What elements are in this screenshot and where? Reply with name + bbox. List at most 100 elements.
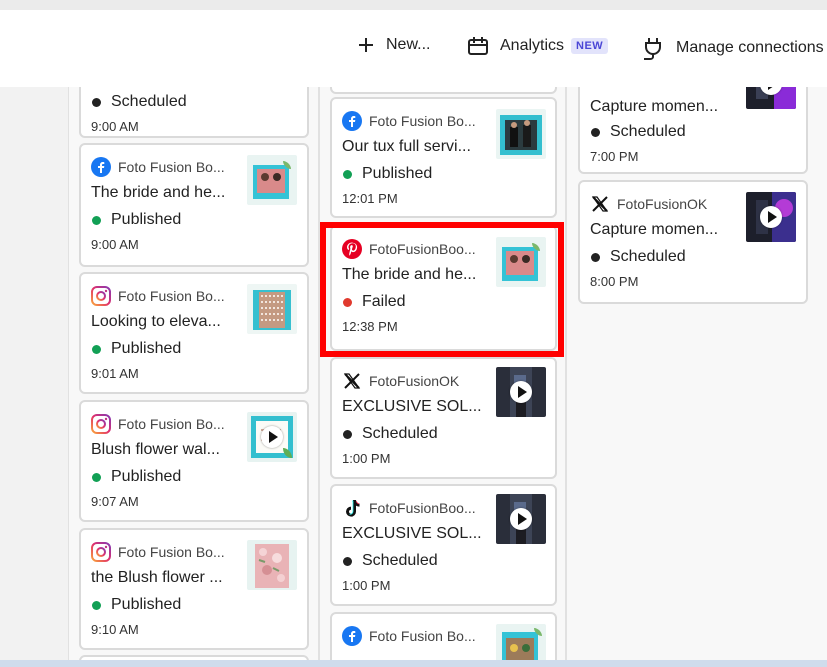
new-button[interactable]: New... <box>357 36 430 54</box>
post-account: FotoFusionBoo... <box>342 239 476 259</box>
post-thumbnail[interactable] <box>247 412 297 462</box>
post-title: The bride and he... <box>91 184 226 201</box>
status-dot <box>591 127 600 137</box>
post-card[interactable]: Capture momen... Scheduled 7:00 PM <box>578 87 808 174</box>
post-card[interactable]: FotoFusionBoo... EXCLUSIVE SOL... Schedu… <box>330 484 557 606</box>
status-dot <box>343 556 352 566</box>
status-dot <box>343 169 352 179</box>
status-label: Published <box>111 468 182 485</box>
bottom-bar <box>0 660 827 667</box>
account-name: Foto Fusion Bo... <box>369 113 476 129</box>
play-icon[interactable] <box>261 426 283 448</box>
post-title: EXCLUSIVE SOL... <box>342 525 482 542</box>
status-label: Scheduled <box>362 425 438 442</box>
instagram-icon <box>91 542 111 562</box>
status-label: Published <box>111 211 182 228</box>
account-name: Foto Fusion Bo... <box>118 416 225 432</box>
play-icon[interactable] <box>510 508 532 530</box>
post-card[interactable]: Foto Fusion Bo... Looking to eleva... Pu… <box>79 272 309 394</box>
play-icon[interactable] <box>760 206 782 228</box>
status-label: Failed <box>362 293 406 310</box>
post-time: 12:38 PM <box>342 319 398 334</box>
post-status: Scheduled <box>342 425 438 443</box>
tiktok-icon <box>342 498 362 518</box>
post-thumbnail <box>247 155 297 205</box>
pinterest-icon <box>342 239 362 259</box>
post-time: 9:01 AM <box>91 366 139 381</box>
post-card[interactable]: Foto Fusion Bo... the Blush flower ... P… <box>79 528 309 650</box>
status-dot <box>591 252 600 262</box>
post-card[interactable]: Foto Fusion Bo... Blush flower wal... Pu… <box>79 400 309 522</box>
account-name: Foto Fusion Bo... <box>118 159 225 175</box>
analytics-label: Analytics <box>500 37 565 54</box>
post-thumbnail[interactable] <box>496 367 546 417</box>
account-name: FotoFusionOK <box>369 373 460 389</box>
post-account: Foto Fusion Bo... <box>342 626 476 646</box>
manage-label: Manage connections <box>676 39 824 56</box>
post-title: Capture momen... <box>590 221 719 238</box>
post-thumbnail <box>247 540 297 590</box>
post-thumbnail[interactable] <box>746 192 796 242</box>
status-dot <box>92 472 101 482</box>
status-dot <box>92 97 101 107</box>
post-card[interactable] <box>330 87 557 94</box>
post-title: Looking to eleva... <box>91 313 221 330</box>
x-icon <box>590 194 610 214</box>
post-card[interactable]: Foto Fusion Bo... The bride and he... Pu… <box>79 143 309 267</box>
post-card[interactable]: FotoFusionBoo... The bride and he... Fai… <box>330 225 557 351</box>
post-card[interactable]: Scheduled 9:00 AM <box>79 87 309 138</box>
instagram-icon <box>91 286 111 306</box>
post-status: Published <box>91 340 181 358</box>
status-dot <box>92 215 101 225</box>
post-thumbnail[interactable] <box>746 87 796 109</box>
post-thumbnail[interactable] <box>496 494 546 544</box>
post-time: 9:10 AM <box>91 622 139 637</box>
status-label: Published <box>111 596 182 613</box>
post-time: 1:00 PM <box>342 578 391 593</box>
status-dot <box>343 429 352 439</box>
post-status: Failed <box>342 293 406 311</box>
post-title: Blush flower wal... <box>91 441 220 458</box>
facebook-icon <box>342 626 362 646</box>
post-card[interactable]: FotoFusionOK Capture momen... Scheduled … <box>578 180 808 304</box>
post-status: Published <box>91 596 181 614</box>
left-gutter <box>0 87 68 660</box>
plus-icon <box>359 38 373 52</box>
post-account: FotoFusionBoo... <box>342 498 476 518</box>
manage-connections-button[interactable]: Manage connections <box>641 36 824 60</box>
new-badge: NEW <box>571 38 609 54</box>
post-card[interactable]: Foto Fusion Bo... <box>330 612 557 660</box>
post-card[interactable]: FotoFusionOK EXCLUSIVE SOL... Scheduled … <box>330 357 557 479</box>
facebook-icon <box>342 111 362 131</box>
calendar-column-2: Foto Fusion Bo... Our tux full servi... … <box>319 87 566 660</box>
post-card[interactable]: Foto Fusion Bo... Our tux full servi... … <box>330 97 557 218</box>
account-name: FotoFusionBoo... <box>369 241 476 257</box>
account-name: Foto Fusion Bo... <box>118 544 225 560</box>
post-time: 9:00 AM <box>91 119 139 134</box>
new-label: New... <box>386 36 431 53</box>
post-account: Foto Fusion Bo... <box>91 286 225 306</box>
post-status: Published <box>91 211 181 229</box>
account-name: Foto Fusion Bo... <box>369 628 476 644</box>
post-account: FotoFusionOK <box>590 194 707 214</box>
instagram-icon <box>91 414 111 434</box>
post-status: Published <box>91 468 181 486</box>
play-icon[interactable] <box>510 381 532 403</box>
post-thumbnail <box>496 109 546 159</box>
analytics-button[interactable]: Analytics NEW <box>467 36 609 56</box>
calendar-column-3: Capture momen... Scheduled 7:00 PM FotoF… <box>566 87 827 660</box>
post-status: Scheduled <box>91 93 187 111</box>
post-title: Capture momen... <box>590 98 719 115</box>
post-title: Our tux full servi... <box>342 138 471 155</box>
post-time: 8:00 PM <box>590 274 639 289</box>
post-account: Foto Fusion Bo... <box>91 414 225 434</box>
post-account: Foto Fusion Bo... <box>91 542 225 562</box>
status-label: Scheduled <box>610 248 686 265</box>
post-account: Foto Fusion Bo... <box>91 157 225 177</box>
status-label: Scheduled <box>610 123 686 140</box>
x-icon <box>342 371 362 391</box>
account-name: FotoFusionOK <box>617 196 708 212</box>
post-time: 9:07 AM <box>91 494 139 509</box>
post-title: The bride and he... <box>342 266 477 283</box>
calendar-icon <box>468 37 488 55</box>
